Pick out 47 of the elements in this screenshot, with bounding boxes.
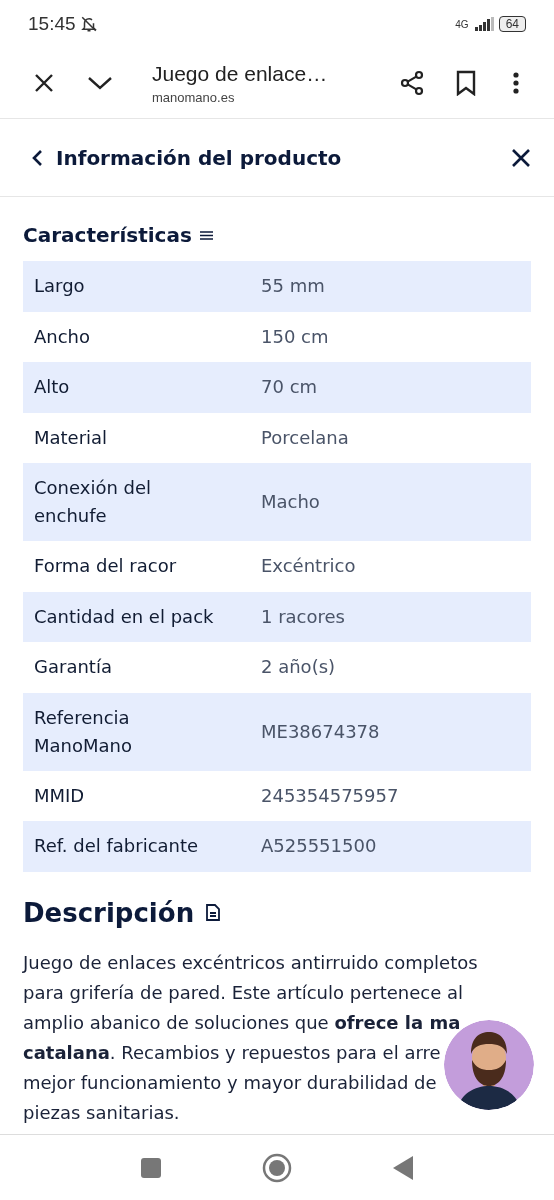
- section-heading: Características: [23, 223, 192, 247]
- battery-indicator: 64: [498, 16, 526, 32]
- table-cell-text: 2 año(s): [261, 655, 337, 680]
- table-cell-text: Forma del racor: [34, 554, 178, 579]
- table-cell-text: A525551500: [261, 834, 378, 859]
- chevron-left-icon[interactable]: [30, 147, 44, 168]
- description-text: piezas sanitarias.: [23, 1100, 181, 1125]
- table-cell-text: Ancho: [34, 324, 92, 349]
- table-cell-text: Material: [34, 425, 109, 450]
- status-time: 15:45: [28, 13, 76, 35]
- table-cell-text: 70 cm: [261, 375, 319, 400]
- page-url: manomano.es: [152, 89, 236, 105]
- table-cell-text: Excéntrico: [261, 554, 357, 579]
- description-text: catalana. Recambios y repuestos para el arre: [23, 1040, 442, 1065]
- table-cell-text: 150 cm: [261, 324, 330, 349]
- table-cell-text: Macho: [261, 490, 321, 514]
- description-text: para grifería de pared. Este artículo pertenece al: [23, 980, 464, 1005]
- signal-icon: [472, 17, 495, 31]
- list-icon: [199, 229, 213, 241]
- table-cell-text: Porcelana: [261, 425, 350, 450]
- table-cell-text: MMID: [34, 783, 86, 808]
- more-icon[interactable]: [512, 71, 520, 95]
- description-text: Juego de enlaces excéntricos antirruido completos: [23, 950, 479, 975]
- table-cell-text: Ref. del fabricante: [34, 834, 200, 859]
- table-cell-text: Referencia ManoMano: [34, 705, 133, 758]
- panel-title: Información del producto: [56, 145, 343, 170]
- description-text: amplio abanico de soluciones que ofrece la ma: [23, 1010, 462, 1035]
- bell-off-icon: [79, 15, 98, 33]
- table-cell-text: Cantidad en el pack: [34, 604, 215, 629]
- page-title: Juego de enlace…: [152, 61, 329, 86]
- square-icon[interactable]: [140, 1156, 162, 1179]
- document-icon: [206, 904, 221, 921]
- table-cell-text: Garantía: [34, 655, 113, 680]
- table-cell-text: ME38674378: [261, 719, 381, 744]
- table-cell-text: Largo: [34, 274, 86, 299]
- table-cell-text: Alto: [34, 375, 71, 400]
- close-icon[interactable]: [510, 146, 532, 169]
- description-text: mejor funcionamiento y mayor durabilidad de: [23, 1070, 438, 1095]
- table-cell-text: 55 mm: [261, 274, 326, 299]
- table-cell-text: Conexión del enchufe: [34, 476, 153, 528]
- triangle-icon[interactable]: [392, 1154, 414, 1181]
- section-heading: Descripción: [23, 897, 195, 928]
- network-label: 4G: [455, 18, 469, 30]
- bookmark-icon[interactable]: [455, 70, 477, 96]
- table-cell-text: 245354575957: [261, 783, 400, 808]
- share-icon[interactable]: [398, 69, 426, 97]
- table-cell-text: 1 racores: [261, 604, 346, 629]
